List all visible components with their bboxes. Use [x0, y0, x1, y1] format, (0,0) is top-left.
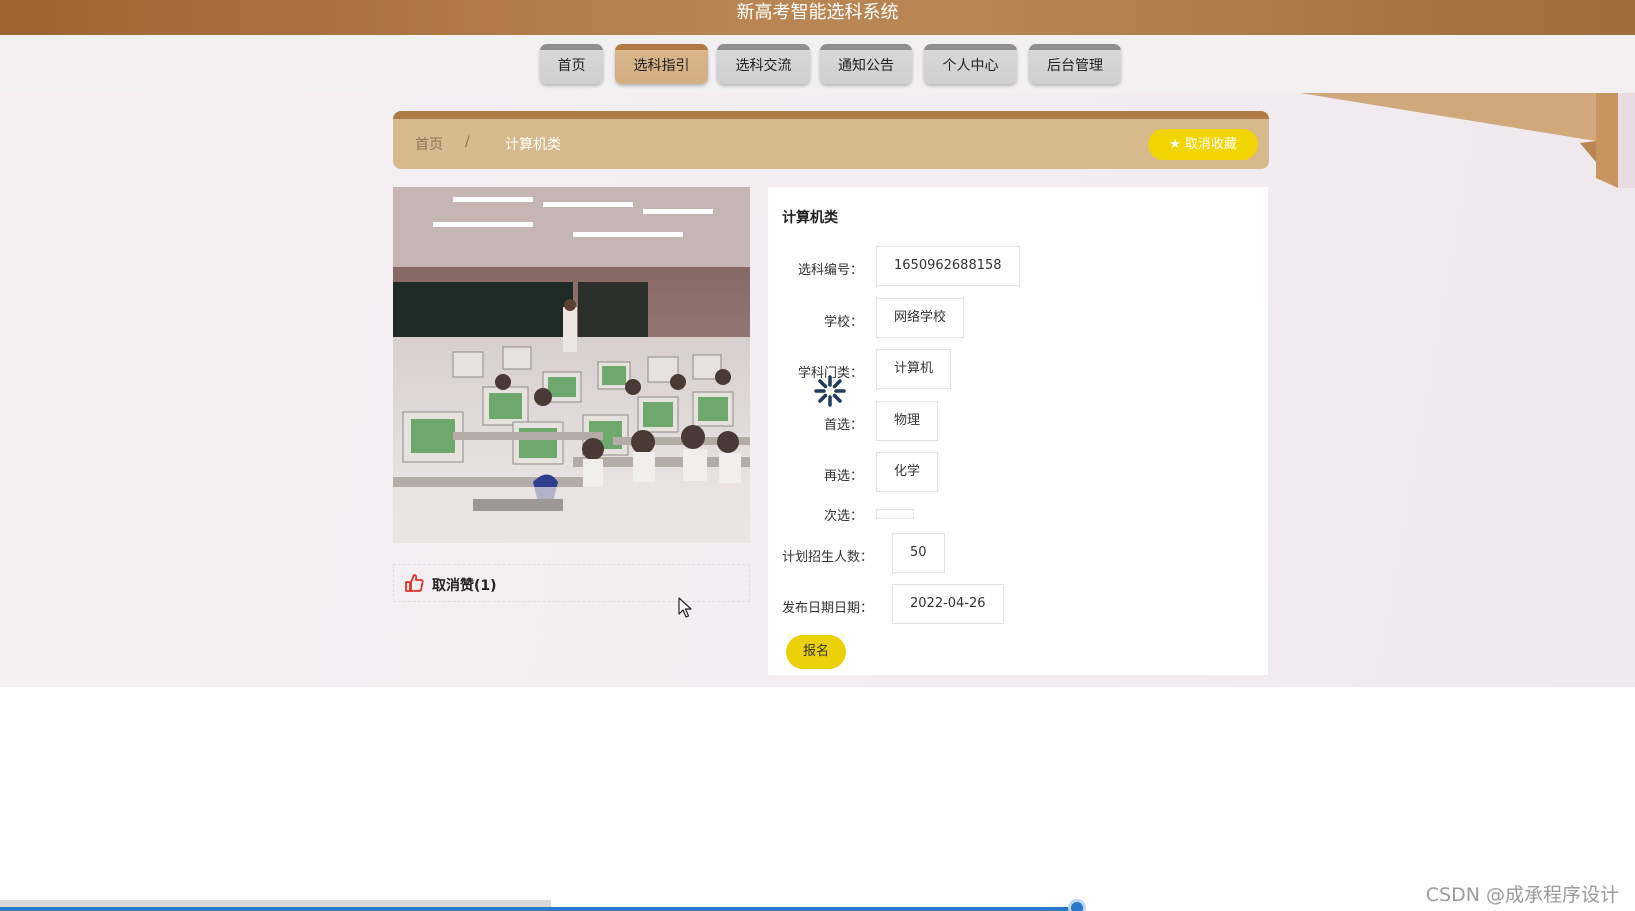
course-detail-panel: 计算机类 选科编号： 1650962688158 学校： 网络学校 学科门类： …: [768, 187, 1268, 675]
course-image: [393, 187, 750, 543]
video-progress-handle[interactable]: [1068, 899, 1086, 911]
course-title: 计算机类: [782, 210, 838, 226]
main-nav: 首页 选科指引 选科交流 通知公告 个人中心 后台管理: [0, 35, 1635, 93]
field-value-school: 网络学校: [876, 298, 965, 338]
nav-admin[interactable]: 后台管理: [1029, 44, 1121, 84]
signup-button[interactable]: 报名: [786, 635, 846, 669]
field-value-category: 计算机: [876, 349, 952, 389]
nav-subject-exchange[interactable]: 选科交流: [717, 44, 810, 84]
breadcrumb-home[interactable]: 首页: [415, 134, 443, 154]
field-label-publish-date: 发布日期日期：: [782, 601, 874, 616]
decorative-frame: [1300, 93, 1635, 188]
breadcrumb-current: 计算机类: [505, 137, 561, 153]
field-value-code: 1650962688158: [876, 246, 1020, 286]
video-progress-bar[interactable]: [0, 907, 1080, 911]
nav-home[interactable]: 首页: [540, 44, 603, 84]
field-label-third-choice: 次选：: [823, 509, 863, 524]
thumbs-up-icon[interactable]: [404, 573, 424, 593]
field-label-code: 选科编号：: [797, 263, 863, 278]
breadcrumb-separator: /: [465, 134, 470, 150]
field-value-enrollment: 50: [892, 533, 945, 573]
field-label-school: 学校：: [823, 315, 863, 330]
field-label-first-choice: 首选：: [823, 418, 863, 433]
nav-personal-center[interactable]: 个人中心: [924, 44, 1017, 84]
field-label-second-choice: 再选：: [823, 469, 863, 484]
mouse-cursor-icon: [678, 597, 692, 618]
watermark: CSDN @成承程序设计: [1425, 884, 1619, 906]
breadcrumb: 首页 / 计算机类 ★ 取消收藏: [393, 111, 1269, 169]
unfavorite-button[interactable]: ★ 取消收藏: [1148, 129, 1258, 160]
loading-spinner-icon: [814, 375, 846, 407]
star-icon: ★: [1169, 137, 1181, 152]
field-label-enrollment: 计划招生人数：: [782, 550, 874, 565]
like-section: 取消赞(1): [393, 564, 750, 602]
field-value-second-choice: 化学: [876, 452, 939, 492]
nav-subject-guide[interactable]: 选科指引: [615, 44, 708, 84]
app-header: 新高考智能选科系统: [0, 0, 1635, 35]
field-value-first-choice: 物理: [876, 401, 939, 441]
field-value-publish-date: 2022-04-26: [892, 584, 1004, 624]
nav-notices[interactable]: 通知公告: [820, 44, 912, 84]
field-value-third-choice: [876, 509, 914, 519]
unlike-button[interactable]: 取消赞(1): [432, 575, 497, 595]
unfavorite-label: 取消收藏: [1184, 137, 1237, 152]
app-title: 新高考智能选科系统: [736, 2, 899, 23]
